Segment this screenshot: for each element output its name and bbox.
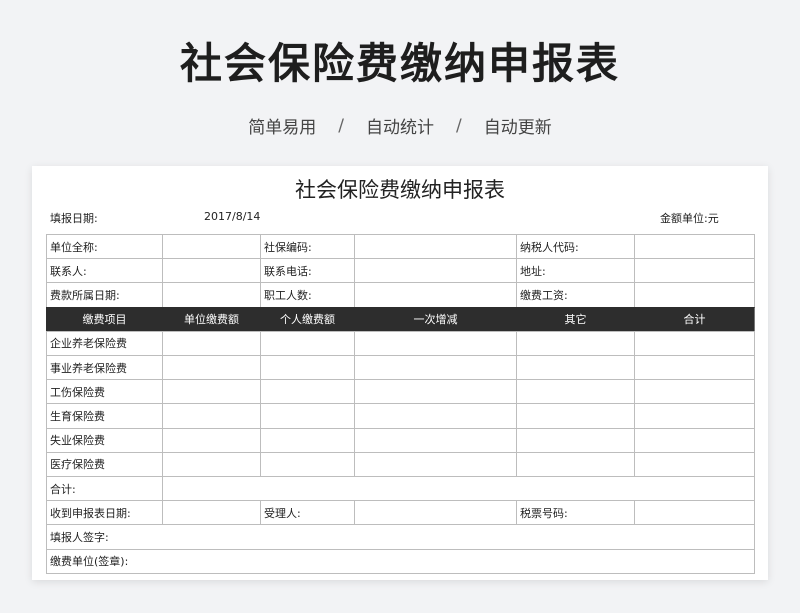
info-label: 联系电话: — [260, 258, 355, 284]
amount-field[interactable] — [516, 355, 635, 381]
amount-field[interactable] — [634, 427, 755, 453]
feature-auto-update: 自动更新 — [483, 118, 552, 138]
amount-unit: 金额单位:元 — [660, 212, 719, 225]
column-header: 个人缴费额 — [260, 306, 355, 332]
handler-label: 受理人: — [260, 500, 355, 526]
amount-field[interactable] — [162, 403, 261, 429]
amount-field[interactable] — [354, 427, 517, 453]
info-label: 社保编码: — [260, 234, 355, 260]
item-label: 医疗保险费 — [46, 451, 163, 477]
info-value-field[interactable] — [634, 234, 755, 260]
item-label: 工伤保险费 — [46, 379, 163, 405]
filler-signature[interactable]: 填报人签字: — [46, 524, 755, 550]
receive-date-field[interactable] — [162, 500, 261, 526]
feature-tagline: 简单易用 / 自动统计 / 自动更新 — [0, 113, 800, 139]
item-label: 企业养老保险费 — [46, 330, 163, 356]
amount-field[interactable] — [354, 403, 517, 429]
page-title: 社会保险费缴纳申报表 — [179, 39, 620, 88]
amount-field[interactable] — [354, 451, 517, 477]
info-label: 职工人数: — [260, 282, 355, 308]
fill-date-label: 填报日期: — [50, 212, 98, 225]
amount-field[interactable] — [260, 403, 355, 429]
amount-field[interactable] — [634, 355, 755, 381]
info-value-field[interactable] — [634, 258, 755, 284]
info-value-field[interactable] — [354, 258, 517, 284]
form-sheet: 社会保险费缴纳申报表 填报日期: 2017/8/14 金额单位:元 单位全称: 社… — [32, 166, 768, 580]
info-value-field[interactable] — [162, 258, 261, 284]
receive-date-label: 收到申报表日期: — [46, 500, 163, 526]
info-label: 费款所属日期: — [46, 282, 163, 308]
amount-field[interactable] — [162, 451, 261, 477]
amount-field[interactable] — [634, 403, 755, 429]
column-header: 缴费项目 — [46, 306, 163, 332]
amount-field[interactable] — [162, 379, 261, 405]
item-label: 生育保险费 — [46, 403, 163, 429]
amount-field[interactable] — [516, 451, 635, 477]
info-label: 地址: — [516, 258, 635, 284]
separator: / — [338, 115, 344, 136]
payer-signature[interactable]: 缴费单位(签章): — [46, 548, 755, 574]
amount-field[interactable] — [516, 427, 635, 453]
declaration-table: 单位全称: 社保编码: 纳税人代码: 联系人: 联系电话: 地址: 费款所属日期: 职工人数:… — [46, 234, 755, 580]
form-title: 社会保险费缴纳申报表 — [295, 178, 505, 202]
amount-field[interactable] — [162, 427, 261, 453]
column-header: 其它 — [516, 306, 635, 332]
item-label: 失业保险费 — [46, 427, 163, 453]
total-label: 合计: — [46, 476, 163, 502]
feature-auto-stats: 自动统计 — [366, 118, 434, 138]
amount-field[interactable] — [260, 451, 355, 477]
amount-field[interactable] — [260, 427, 355, 453]
info-value-field[interactable] — [162, 234, 261, 260]
info-label: 缴费工资: — [516, 282, 635, 308]
info-value-field[interactable] — [634, 282, 755, 308]
amount-field[interactable] — [162, 330, 261, 356]
ticket-no-label: 税票号码: — [516, 500, 635, 526]
ticket-no-field[interactable] — [634, 500, 755, 526]
column-header: 单位缴费额 — [162, 306, 261, 332]
info-label: 纳税人代码: — [516, 234, 635, 260]
info-value-field[interactable] — [354, 234, 517, 260]
amount-field[interactable] — [354, 355, 517, 381]
amount-field[interactable] — [354, 330, 517, 356]
amount-field[interactable] — [634, 330, 755, 356]
handler-field[interactable] — [354, 500, 517, 526]
fill-date-value: 2017/8/14 — [204, 210, 261, 223]
column-header: 一次增减 — [354, 306, 517, 332]
info-label: 单位全称: — [46, 234, 163, 260]
amount-field[interactable] — [516, 379, 635, 405]
total-value-field[interactable] — [162, 476, 755, 502]
column-header: 合计 — [634, 306, 755, 332]
separator: / — [456, 115, 462, 136]
feature-easy: 简单易用 — [248, 118, 317, 138]
amount-field[interactable] — [260, 330, 355, 356]
amount-field[interactable] — [260, 355, 355, 381]
amount-field[interactable] — [354, 379, 517, 405]
amount-field[interactable] — [516, 403, 635, 429]
item-label: 事业养老保险费 — [46, 355, 163, 381]
amount-field[interactable] — [634, 451, 755, 477]
info-value-field[interactable] — [354, 282, 517, 308]
amount-field[interactable] — [634, 379, 755, 405]
amount-field[interactable] — [516, 330, 635, 356]
amount-field[interactable] — [260, 379, 355, 405]
info-value-field[interactable] — [162, 282, 261, 308]
info-label: 联系人: — [46, 258, 163, 284]
amount-field[interactable] — [162, 355, 261, 381]
